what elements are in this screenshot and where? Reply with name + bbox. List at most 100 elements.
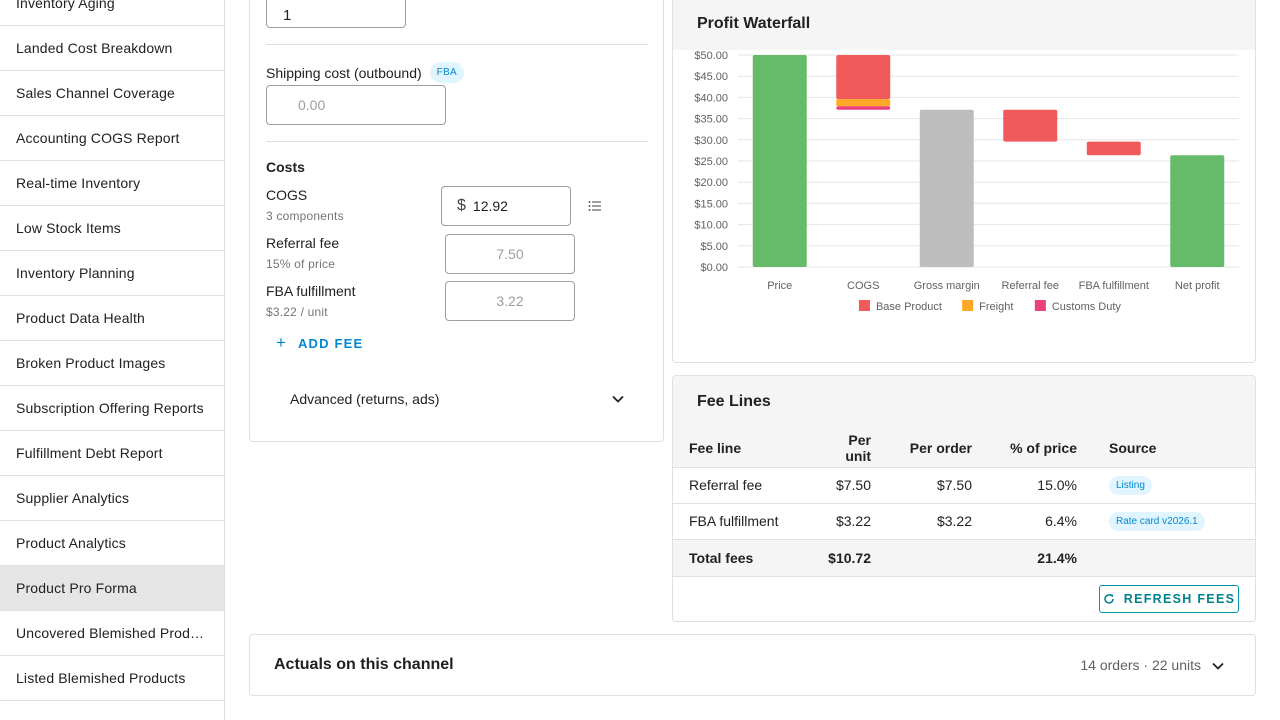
refresh-fees-button[interactable]: REFRESH FEES: [1099, 585, 1239, 613]
shipping-cost-label: Shipping cost (outbound) FBA: [266, 62, 465, 83]
fba-fulfillment-sublabel: $3.22 / unit: [266, 305, 328, 319]
fee-lines-card: Fee Lines Fee line Per unit Per order % …: [672, 375, 1256, 622]
waterfall-bar: [919, 109, 974, 268]
cogs-value: 12.92: [472, 198, 508, 214]
fba-fulfillment-label: FBA fulfillment: [266, 283, 356, 299]
y-tick-label: $5.00: [700, 241, 728, 253]
column-header-source: Source: [1093, 430, 1255, 468]
fee-per-unit: $7.50: [809, 467, 887, 504]
waterfall-bar: [1086, 141, 1141, 156]
table-header-row: Fee line Per unit Per order % of price S…: [673, 430, 1255, 468]
y-tick-label: $25.00: [694, 156, 728, 168]
y-tick-label: $20.00: [694, 177, 728, 189]
cogs-components-list-icon[interactable]: [588, 199, 602, 213]
advanced-label: Advanced (returns, ads): [290, 391, 440, 407]
quantity-input[interactable]: 1: [266, 0, 406, 28]
source-badge: Rate card v2026.1: [1109, 512, 1205, 531]
sidebar-item-subscription-offering-reports[interactable]: Subscription Offering Reports: [0, 386, 224, 431]
refresh-fees-label: REFRESH FEES: [1123, 592, 1236, 606]
column-header-per-unit: Per unit: [809, 430, 887, 468]
x-tick-label: COGS: [847, 280, 879, 292]
fee-per-order: $3.22: [887, 503, 988, 540]
sidebar-item-sales-channel-coverage[interactable]: Sales Channel Coverage: [0, 71, 224, 116]
y-tick-label: $35.00: [694, 114, 728, 126]
pro-forma-form-card: 1 Shipping cost (outbound) FBA 0.00 Cost…: [249, 0, 664, 442]
column-header-pct-of-price: % of price: [988, 430, 1093, 468]
form-divider: [266, 44, 648, 45]
y-tick-label: $10.00: [694, 220, 728, 232]
sidebar-item-listed-blemished-products[interactable]: Listed Blemished Products: [0, 656, 224, 701]
currency-symbol: $: [457, 197, 466, 214]
legend-swatch: [858, 300, 870, 311]
referral-fee-label: Referral fee: [266, 235, 340, 251]
total-fees-per-unit: $10.72: [809, 539, 887, 577]
y-tick-label: $45.00: [694, 71, 728, 83]
chevron-down-icon: [1212, 662, 1224, 670]
waterfall-bar: [836, 99, 891, 107]
sidebar-item-product-data-health[interactable]: Product Data Health: [0, 296, 224, 341]
x-tick-label: Net profit: [1175, 280, 1220, 292]
legend-label: Base Product: [876, 301, 942, 313]
total-fees-per-order-empty: [887, 539, 988, 577]
referral-fee-input[interactable]: 7.50: [445, 234, 575, 274]
fee-source-cell: Rate card v2026.1: [1093, 503, 1255, 540]
y-tick-label: $50.00: [694, 50, 728, 62]
cogs-label: COGS: [266, 187, 308, 203]
y-tick-label: $15.00: [694, 198, 728, 210]
actuals-title: Actuals on this channel: [274, 656, 454, 673]
referral-fee-sublabel: 15% of price: [266, 257, 336, 271]
profit-waterfall-card: Profit Waterfall $0.00 $5.00 $10.00 $15.00 $…: [672, 0, 1256, 363]
actuals-summary: 14 orders · 22 units: [1080, 657, 1201, 673]
fee-lines-title: Fee Lines: [697, 393, 771, 410]
total-fees-source-empty: [1093, 539, 1255, 577]
sidebar-item-accounting-cogs-report[interactable]: Accounting COGS Report: [0, 116, 224, 161]
y-tick-label: $0.00: [700, 262, 728, 274]
shipping-cost-label-text: Shipping cost (outbound): [266, 64, 422, 81]
profit-waterfall-chart: $0.00 $5.00 $10.00 $15.00 $20.00 $25.00 $30.00…: [694, 50, 1239, 313]
sidebar-item-supplier-analytics[interactable]: Supplier Analytics: [0, 476, 224, 521]
sidebar-item-landed-cost-breakdown[interactable]: Landed Cost Breakdown: [0, 26, 224, 71]
source-badge: Listing: [1109, 476, 1152, 495]
legend-swatch: [1034, 300, 1046, 311]
table-row: FBA fulfillment $3.22 $3.22 6.4% Rate ca…: [673, 503, 1255, 540]
fee-line-name: Referral fee: [673, 467, 809, 504]
legend-swatch: [962, 300, 974, 311]
x-tick-label: FBA fulfillment: [1079, 280, 1149, 292]
shipping-cost-input[interactable]: 0.00: [266, 85, 446, 125]
waterfall-bar: [836, 55, 891, 100]
total-fees-pct: 21.4%: [988, 539, 1093, 577]
fee-per-order: $7.50: [887, 467, 988, 504]
fee-source-cell: Listing: [1093, 467, 1255, 504]
sidebar-item-product-analytics[interactable]: Product Analytics: [0, 521, 224, 566]
cogs-input[interactable]: $ 12.92: [441, 186, 571, 226]
fee-line-name: FBA fulfillment: [673, 503, 809, 540]
table-row: Referral fee $7.50 $7.50 15.0% Listing: [673, 467, 1255, 504]
add-fee-button[interactable]: + ADD FEE: [276, 333, 363, 353]
fee-lines-table: Fee line Per unit Per order % of price S…: [673, 430, 1255, 577]
sidebar: Inventory Aging Landed Cost Breakdown Sa…: [0, 0, 225, 720]
column-header-per-order: Per order: [887, 430, 988, 468]
sidebar-item-inventory-planning[interactable]: Inventory Planning: [0, 251, 224, 296]
waterfall-bar: [836, 106, 891, 110]
waterfall-bar: [752, 55, 807, 267]
add-fee-label: ADD FEE: [297, 335, 364, 351]
refresh-icon: [1104, 594, 1114, 604]
table-total-row: Total fees $10.72 21.4%: [673, 539, 1255, 577]
costs-section-title: Costs: [266, 159, 305, 175]
sidebar-item-uncovered-blemished-products[interactable]: Uncovered Blemished Products: [0, 611, 224, 656]
fee-per-unit: $3.22: [809, 503, 887, 540]
advanced-expander[interactable]: Advanced (returns, ads): [266, 377, 648, 421]
sidebar-item-inventory-aging[interactable]: Inventory Aging: [0, 0, 224, 26]
sidebar-item-low-stock-items[interactable]: Low Stock Items: [0, 206, 224, 251]
sidebar-item-product-pro-forma[interactable]: Product Pro Forma: [0, 566, 224, 611]
fba-fulfillment-input[interactable]: 3.22: [445, 281, 575, 321]
actuals-expander[interactable]: Actuals on this channel 14 orders · 22 u…: [249, 634, 1256, 696]
fba-badge: FBA: [429, 62, 465, 83]
sidebar-item-real-time-inventory[interactable]: Real-time Inventory: [0, 161, 224, 206]
fee-pct-of-price: 15.0%: [988, 467, 1093, 504]
waterfall-bar: [1170, 155, 1225, 267]
form-divider: [266, 141, 648, 142]
sidebar-nav-list: Inventory Aging Landed Cost Breakdown Sa…: [0, 0, 224, 701]
sidebar-item-broken-product-images[interactable]: Broken Product Images: [0, 341, 224, 386]
sidebar-item-fulfillment-debt-report[interactable]: Fulfillment Debt Report: [0, 431, 224, 476]
